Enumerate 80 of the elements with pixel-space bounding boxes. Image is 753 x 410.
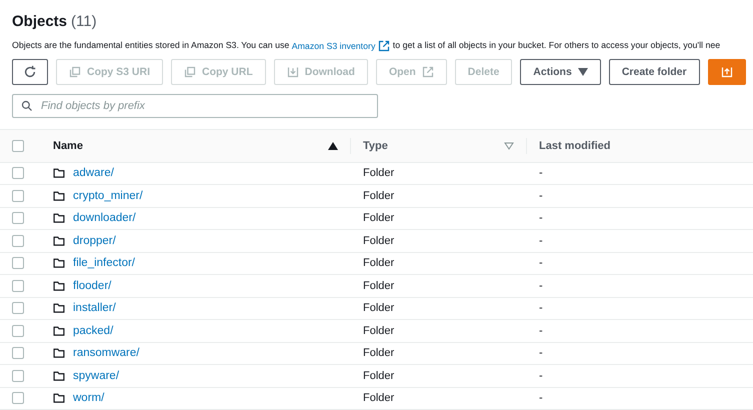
folder-link[interactable]: ransomware/ — [73, 347, 140, 360]
row-checkbox[interactable] — [12, 257, 24, 270]
folder-icon — [53, 392, 65, 404]
modified-cell: - — [539, 347, 543, 360]
type-cell: Folder — [363, 280, 394, 292]
modified-cell: - — [539, 280, 543, 292]
folder-link[interactable]: installer/ — [73, 302, 116, 314]
search-icon — [21, 100, 33, 112]
folder-icon — [53, 324, 65, 337]
folder-icon — [53, 190, 65, 202]
type-cell: Folder — [363, 324, 394, 337]
folder-link[interactable]: spyware/ — [73, 370, 120, 382]
folder-icon — [53, 257, 65, 270]
column-header[interactable]: Type — [363, 140, 388, 152]
sort-ascending-icon[interactable] — [328, 142, 338, 150]
type-cell: Folder — [363, 392, 394, 404]
folder-link[interactable]: flooder/ — [73, 280, 112, 292]
caret-icon — [578, 68, 588, 76]
search-field[interactable]: Find objects by prefix — [12, 94, 378, 118]
modified-cell: - — [539, 212, 543, 224]
type-cell: Folder — [363, 234, 394, 247]
upload-icon — [720, 66, 733, 78]
type-cell: Folder — [363, 167, 394, 180]
folder-link[interactable]: adware/ — [73, 167, 114, 180]
refresh-icon — [23, 64, 37, 79]
folder-icon — [53, 234, 65, 247]
toolbar-button[interactable]: Actions — [520, 58, 601, 85]
description-text: Objects are the fundamental entities stored in Amazon S3. You can use — [12, 40, 290, 50]
toolbar-button[interactable]: Create folder — [608, 58, 700, 85]
folder-link[interactable]: downloader/ — [73, 212, 136, 224]
type-cell: Folder — [363, 190, 394, 202]
upload-button[interactable] — [708, 58, 746, 85]
folder-icon — [53, 280, 65, 292]
folder-link[interactable]: packed/ — [73, 324, 114, 337]
folder-icon — [53, 212, 65, 224]
column-header[interactable]: Last modified — [539, 140, 611, 152]
copy-icon — [69, 66, 81, 78]
inventory-link[interactable]: Amazon S3 inventory — [292, 36, 390, 55]
modified-cell: - — [539, 190, 543, 202]
folder-link[interactable]: dropper/ — [73, 234, 116, 247]
row-checkbox[interactable] — [12, 280, 24, 292]
type-cell: Folder — [363, 212, 394, 224]
type-cell: Folder — [363, 257, 394, 270]
row-checkbox[interactable] — [12, 324, 24, 337]
modified-cell: - — [539, 302, 543, 314]
select-all-checkbox[interactable] — [12, 140, 24, 152]
row-checkbox[interactable] — [12, 190, 24, 202]
type-cell: Folder — [363, 347, 394, 360]
folder-icon — [53, 347, 65, 360]
external-link-icon — [422, 66, 434, 78]
modified-cell: - — [539, 370, 543, 382]
modified-cell: - — [539, 257, 543, 270]
folder-link[interactable]: worm/ — [73, 392, 104, 404]
column-header[interactable]: Name — [53, 140, 83, 152]
refresh-button[interactable] — [12, 58, 48, 85]
modified-cell: - — [539, 167, 543, 180]
description-text: to get a list of all objects in your bucket. For others to access your objects, you'll nee — [392, 40, 720, 50]
row-checkbox[interactable] — [12, 347, 24, 360]
row-checkbox[interactable] — [12, 370, 24, 382]
row-checkbox[interactable] — [12, 167, 24, 180]
row-checkbox[interactable] — [12, 234, 24, 247]
type-cell: Folder — [363, 370, 394, 382]
row-checkbox[interactable] — [12, 302, 24, 314]
modified-cell: - — [539, 324, 543, 337]
type-cell: Folder — [363, 302, 394, 314]
copy-icon — [184, 66, 196, 78]
folder-link[interactable]: crypto_miner/ — [73, 190, 143, 202]
external-link-icon — [378, 40, 390, 52]
object-count: (11) — [71, 12, 97, 32]
folder-link[interactable]: file_infector/ — [73, 257, 136, 270]
modified-cell: - — [539, 392, 543, 404]
modified-cell: - — [539, 234, 543, 247]
download-icon — [286, 66, 299, 78]
row-checkbox[interactable] — [12, 392, 24, 404]
sort-icon[interactable] — [504, 142, 514, 150]
folder-icon — [53, 302, 65, 314]
row-checkbox[interactable] — [12, 212, 24, 224]
folder-icon — [53, 370, 65, 382]
folder-icon — [53, 167, 65, 180]
section-title: Objects (11) — [12, 12, 98, 32]
